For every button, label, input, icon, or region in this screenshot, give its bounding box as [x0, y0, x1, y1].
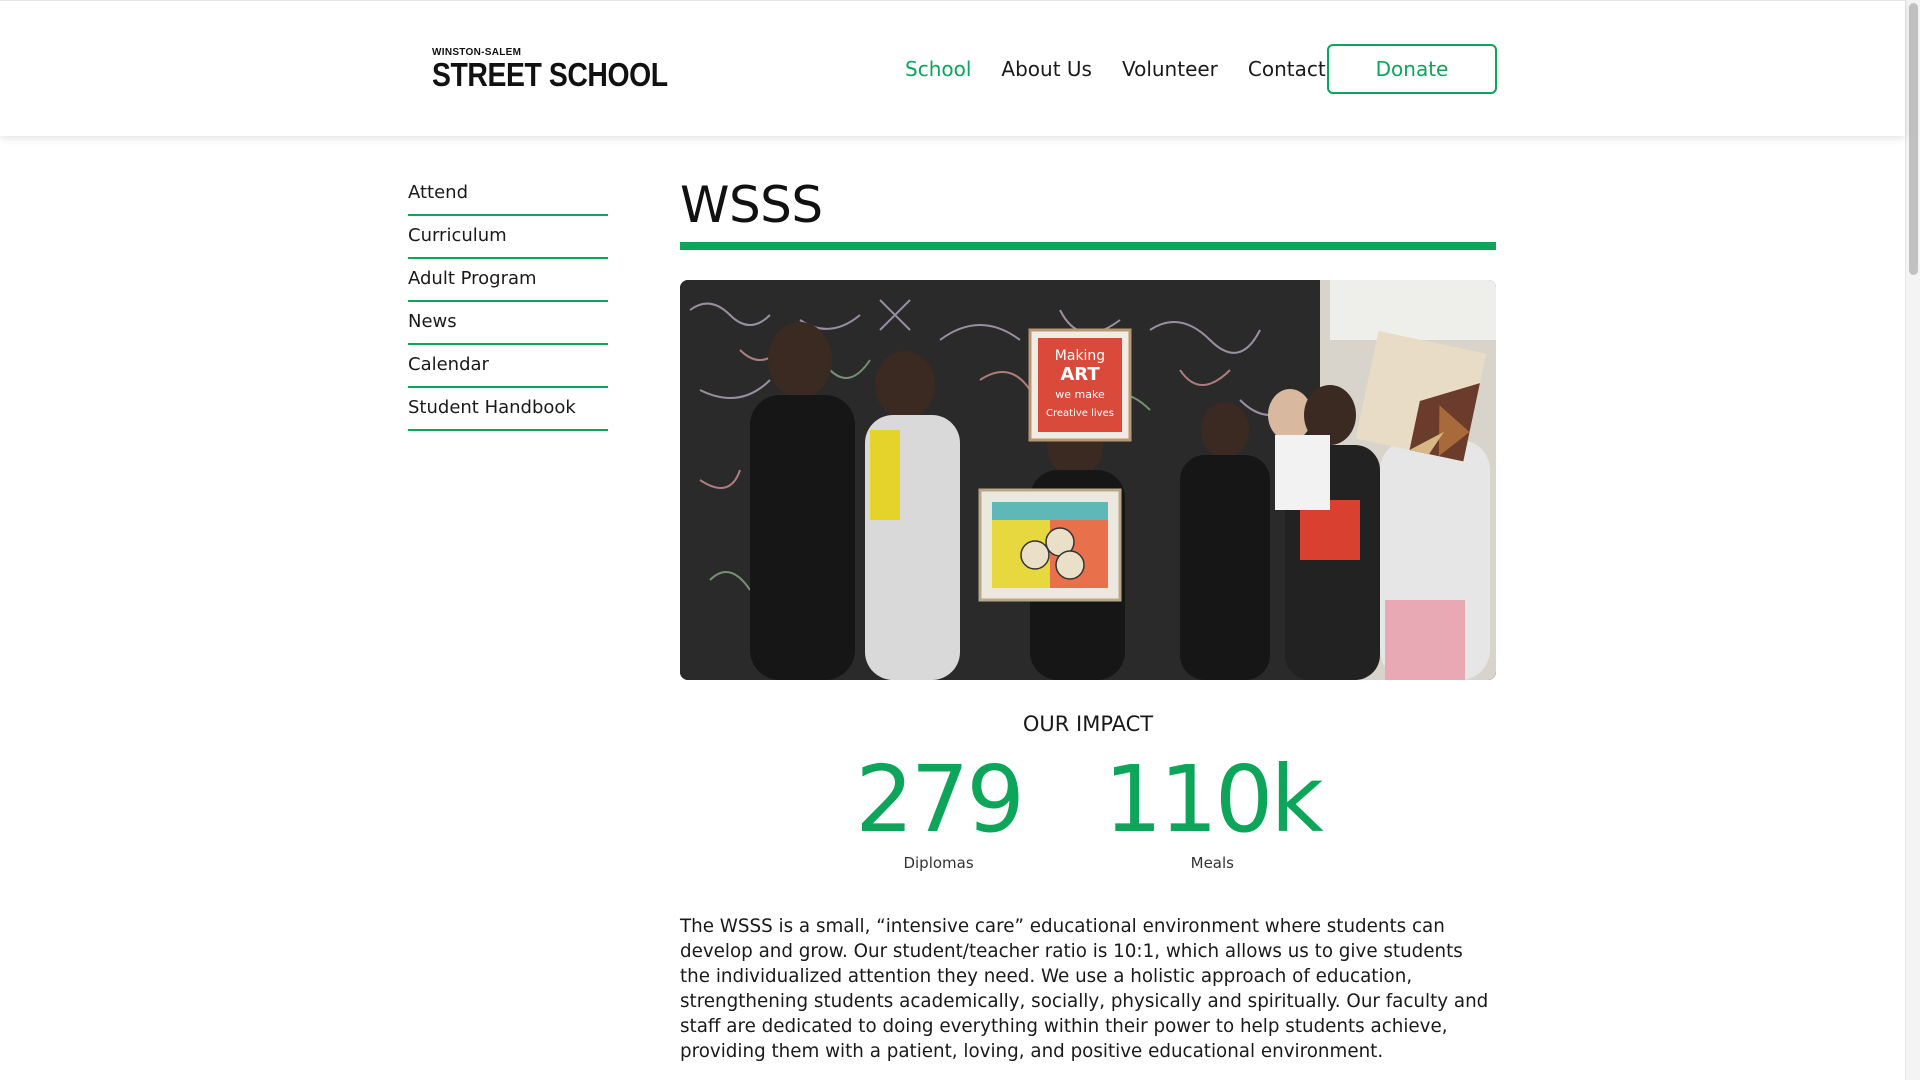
- site-header: WINSTON-SALEM STREET SCHOOL School About…: [0, 0, 1905, 136]
- stat-value: 110k: [1103, 746, 1324, 853]
- students-photo: Making ART we make Creative lives: [680, 280, 1496, 680]
- stat-label: Diplomas: [903, 854, 974, 872]
- school-description: The WSSS is a small, “intensive care” ed…: [680, 916, 1489, 1062]
- page-scrollbar[interactable]: [1905, 0, 1920, 1080]
- site-logo[interactable]: WINSTON-SALEM STREET SCHOOL: [408, 21, 678, 119]
- donate-button[interactable]: Donate: [1327, 44, 1497, 94]
- page-title: WSSS: [680, 176, 823, 234]
- stat-diplomas: 279 Diplomas: [855, 746, 1025, 873]
- nav-item-school[interactable]: School: [905, 57, 971, 81]
- sidebar-item-curriculum[interactable]: Curriculum: [408, 216, 608, 259]
- sign-line-3: we make: [1055, 388, 1105, 401]
- nav-item-volunteer[interactable]: Volunteer: [1122, 57, 1218, 81]
- main-content: WSSS Making ART we make Creative lives O…: [680, 170, 1496, 1082]
- sign-line-2: ART: [1060, 364, 1100, 385]
- sidebar-item-student-handbook[interactable]: Student Handbook: [408, 388, 608, 431]
- impact-title: OUR IMPACT: [1022, 712, 1154, 736]
- impact-stats: 279 Diplomas 110k Meals: [680, 746, 1496, 873]
- logo-big-text: STREET SCHOOL: [432, 56, 668, 93]
- nav-item-about-us[interactable]: About Us: [1001, 57, 1092, 81]
- sidebar-item-attend[interactable]: Attend: [408, 173, 608, 216]
- sign-line-1: Making: [1055, 348, 1105, 364]
- sidebar-item-news[interactable]: News: [408, 302, 608, 345]
- title-underline: [680, 242, 1496, 250]
- sidebar-item-adult-program[interactable]: Adult Program: [408, 259, 608, 302]
- sidebar-item-calendar[interactable]: Calendar: [408, 345, 608, 388]
- sidebar-nav: Attend Curriculum Adult Program News Cal…: [408, 173, 608, 431]
- stat-meals: 110k Meals: [1103, 746, 1324, 873]
- main-nav: School About Us Volunteer Contact: [905, 57, 1326, 81]
- nav-item-contact[interactable]: Contact: [1248, 57, 1326, 81]
- sign-line-4: Creative lives: [1046, 408, 1114, 419]
- stat-value: 279: [855, 746, 1025, 853]
- stat-label: Meals: [1190, 854, 1234, 872]
- scrollbar-thumb[interactable]: [1909, 3, 1918, 275]
